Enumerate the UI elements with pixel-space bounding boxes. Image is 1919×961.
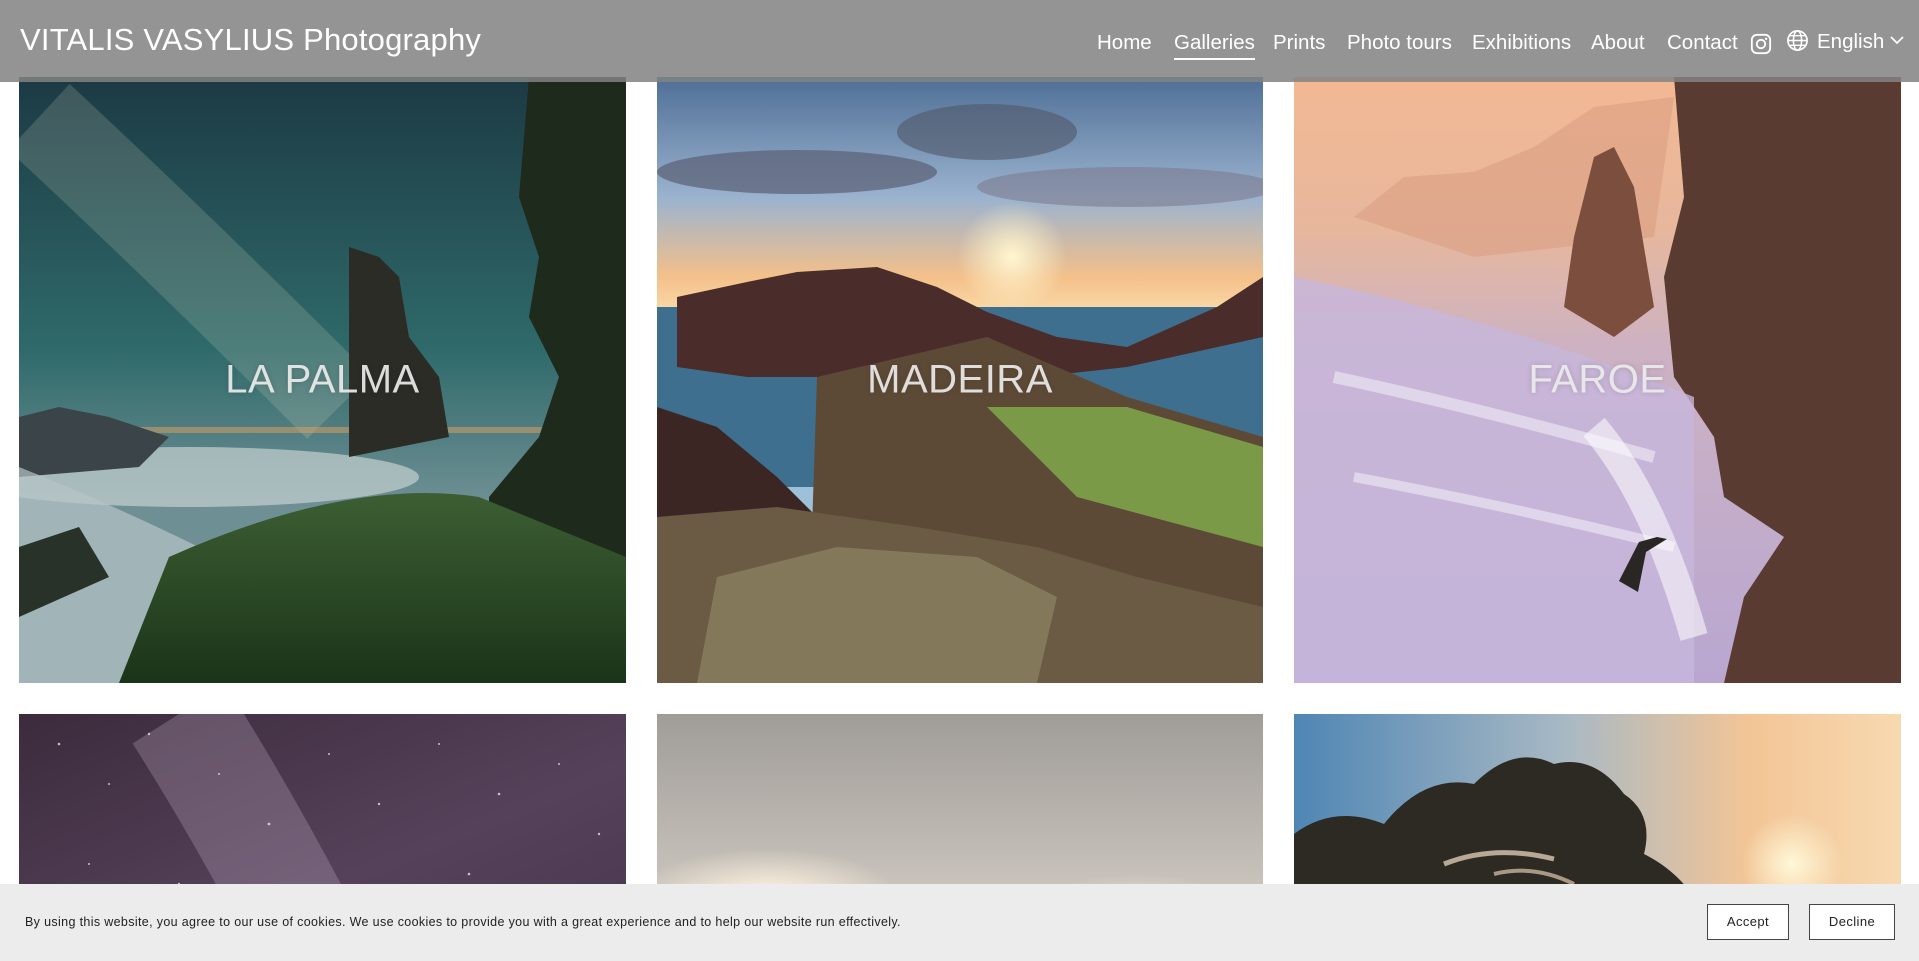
gallery-title: MADEIRA: [867, 357, 1053, 402]
nav-galleries[interactable]: Galleries: [1174, 31, 1255, 60]
nav-home[interactable]: Home: [1097, 31, 1152, 55]
site-title[interactable]: VITALIS VASYLIUS Photography: [20, 22, 481, 58]
gallery-tile-madeira[interactable]: MADEIRA: [657, 77, 1263, 683]
gallery-title: LA PALMA: [225, 357, 420, 402]
accept-button[interactable]: Accept: [1707, 904, 1789, 940]
cookie-message: By using this website, you agree to our …: [25, 915, 901, 929]
decline-button[interactable]: Decline: [1809, 904, 1895, 940]
nav-contact[interactable]: Contact: [1667, 31, 1738, 55]
gallery-title: FAROE: [1528, 357, 1667, 402]
nav-exhibitions[interactable]: Exhibitions: [1472, 31, 1571, 55]
instagram-icon[interactable]: [1750, 33, 1772, 55]
chevron-down-icon: [1890, 36, 1904, 45]
nav-about[interactable]: About: [1591, 31, 1645, 55]
nav-photo-tours[interactable]: Photo tours: [1347, 31, 1452, 55]
gallery-tile-la-palma[interactable]: LA PALMA: [19, 77, 626, 683]
nav-prints[interactable]: Prints: [1273, 31, 1325, 55]
globe-icon: [1787, 30, 1808, 51]
gallery-tile-faroe[interactable]: FAROE: [1294, 77, 1901, 683]
cookie-consent-bar: By using this website, you agree to our …: [0, 884, 1919, 961]
language-label: English: [1817, 30, 1885, 53]
site-header: VITALIS VASYLIUS Photography Home Galler…: [0, 0, 1919, 82]
